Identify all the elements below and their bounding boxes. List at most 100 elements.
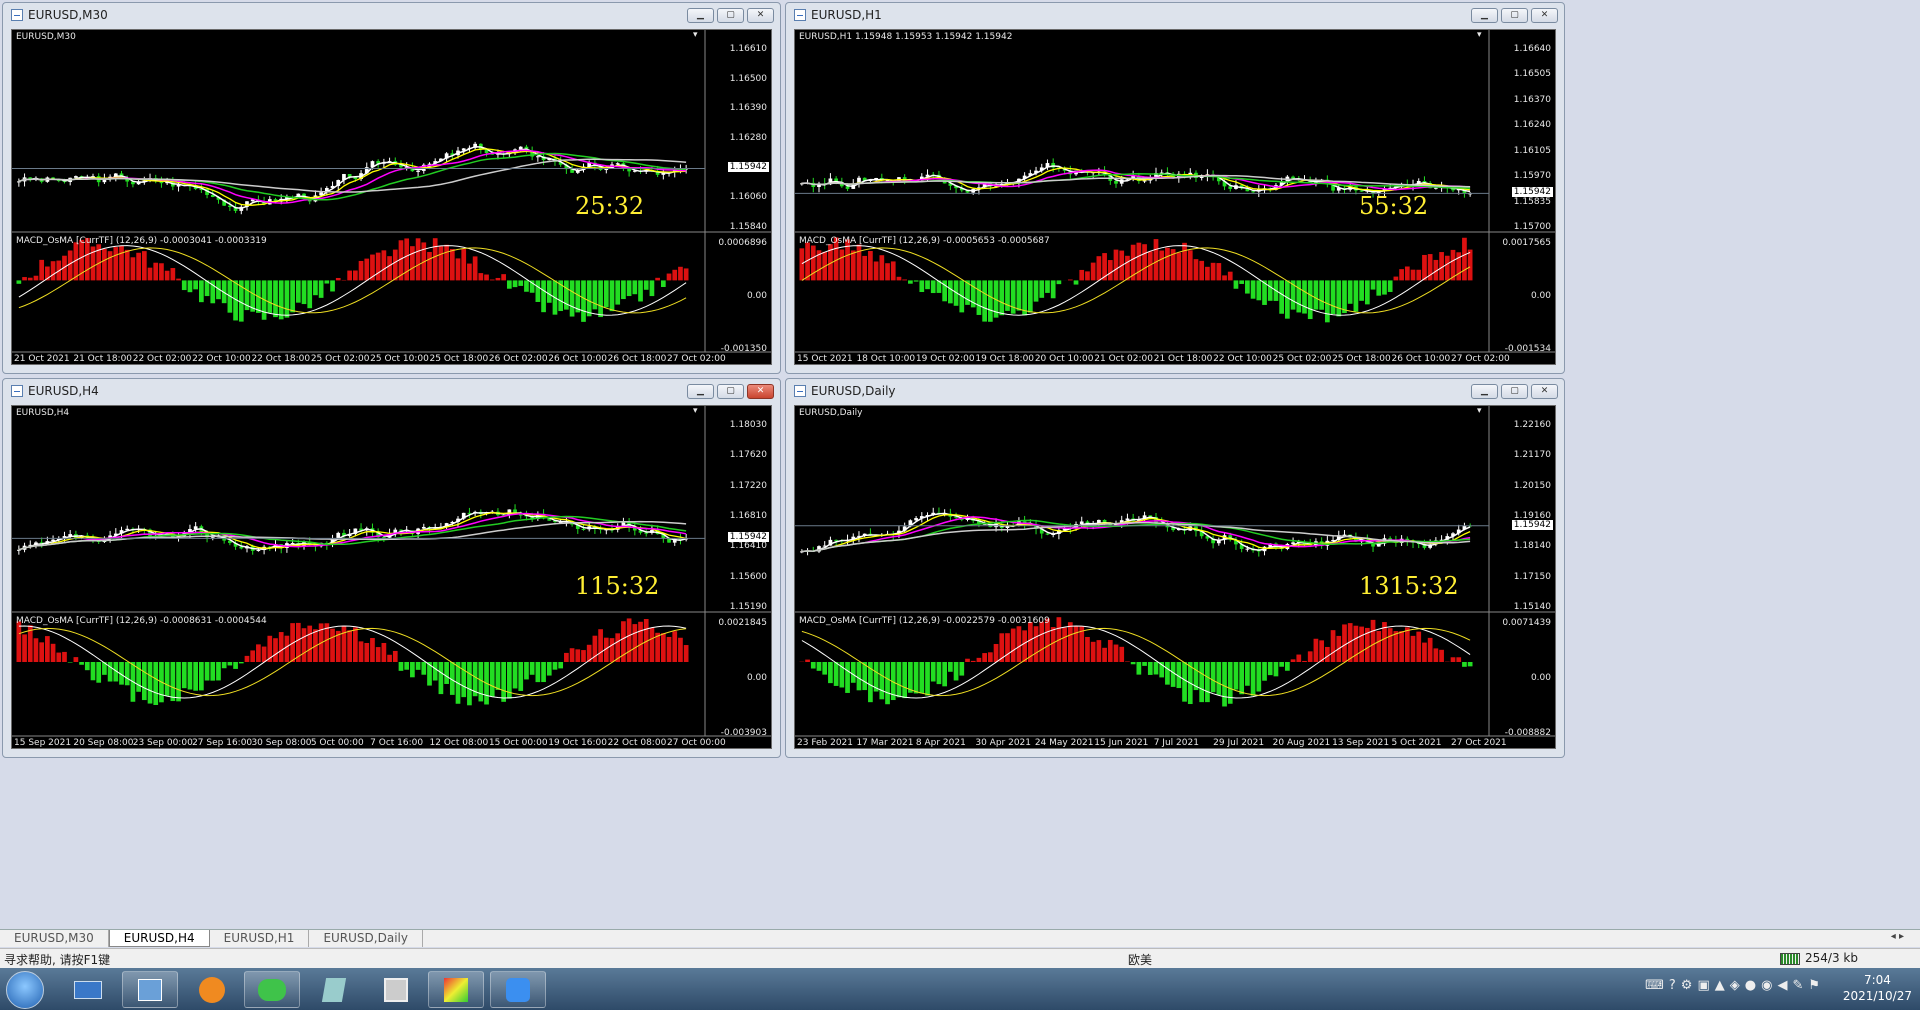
histogram-bar [862,255,868,281]
histogram-bar [467,263,472,281]
help-icon[interactable]: ? [1669,978,1676,993]
chart-shift-marker[interactable]: ▾ [693,406,698,416]
qq-icon[interactable]: ◉ [1761,978,1772,993]
window-titlebar[interactable]: EURUSD,Daily ▁ ▢ ✕ [786,379,1564,403]
time-axis-label: 25 Oct 18:00 [1332,354,1391,364]
chart-canvas[interactable] [12,30,772,365]
histogram-bar [1222,275,1227,281]
network-icon[interactable]: ▣ [1697,978,1709,993]
close-button[interactable]: ✕ [1531,7,1558,23]
notes-icon[interactable] [490,971,546,1008]
chart-window-1[interactable]: EURUSD,H1 ▁ ▢ ✕ EURUSD,H1 1.15948 1.1595… [785,2,1565,374]
histogram-bar [1067,279,1073,281]
keyboard-icon[interactable]: ⌨ [1645,978,1664,993]
notebook-icon[interactable] [306,971,362,1008]
maximize-button[interactable]: ▢ [717,383,744,399]
price-chart[interactable]: EURUSD,H4 ▾ MACD_OsMA [CurrTF] (12,26,9) -… [11,405,772,749]
mic-icon[interactable]: ✎ [1792,978,1803,993]
time-axis-label: 22 Oct 08:00 [607,738,667,748]
chart-window-2[interactable]: EURUSD,H4 ▁ ▢ ✕ EURUSD,H4 ▾ MACD_OsMA [Cur… [2,378,781,758]
start-button[interactable] [6,971,44,1009]
clock[interactable]: 7:04 2021/10/27 [1843,972,1912,1004]
chart-window-3[interactable]: EURUSD,Daily ▁ ▢ ✕ EURUSD,Daily ▾ MACD_OsM… [785,378,1565,758]
chart-shift-marker[interactable]: ▾ [693,30,698,40]
minimize-button[interactable]: ▁ [687,383,714,399]
histogram-bar [410,246,415,281]
shield-icon[interactable]: ◈ [1730,978,1740,993]
tab-eurusd-h1[interactable]: EURUSD,H1 [210,930,310,947]
histogram-bar [489,279,495,281]
histogram-bar [902,279,908,281]
minimize-button[interactable]: ▁ [1471,7,1498,23]
histogram-bar [919,662,925,694]
histogram-bar [615,280,621,305]
price-chart[interactable]: EURUSD,H1 1.15948 1.15953 1.15942 1.1594… [794,29,1556,365]
chat-icon[interactable]: ● [1745,978,1756,993]
printer-icon[interactable] [368,971,424,1008]
window-titlebar[interactable]: EURUSD,H1 ▁ ▢ ✕ [786,3,1564,27]
histogram-bar [609,638,615,662]
desktop-icon[interactable] [60,971,116,1008]
minimize-button[interactable]: ▁ [687,7,714,23]
maximize-button[interactable]: ▢ [717,7,744,23]
histogram-bar [1387,280,1393,292]
time-axis-label: 22 Oct 18:00 [251,354,311,364]
histogram-bar [524,662,529,680]
histogram-bar [987,280,993,322]
close-button[interactable]: ✕ [747,7,774,23]
histogram-bar [16,280,22,284]
window-title: EURUSD,H4 [28,384,99,398]
histogram-bar [353,627,358,662]
tab-eurusd-daily[interactable]: EURUSD,Daily [309,930,423,947]
histogram-bar [449,248,455,281]
tab-eurusd-m30[interactable]: EURUSD,M30 [0,930,109,947]
sound-icon[interactable]: ◀ [1777,978,1787,993]
histogram-bar [1422,254,1427,281]
price-tick: 1.15140 [1513,602,1551,612]
maximize-button[interactable]: ▢ [1501,7,1528,23]
flag-icon[interactable]: ⚑ [1808,978,1820,993]
candle-body [1228,186,1233,189]
candle-body [421,526,426,529]
minimize-button[interactable]: ▁ [1471,383,1498,399]
histogram-bar [1153,239,1159,281]
paint-icon[interactable] [428,971,484,1008]
histogram-bar [1050,280,1056,299]
price-tick: 1.22160 [1513,420,1551,430]
histogram-bar [1410,635,1416,662]
histogram-bar [1227,271,1233,281]
browser-icon[interactable] [184,971,240,1008]
tab-eurusd-h4[interactable]: EURUSD,H4 [108,930,210,947]
price-chart[interactable]: EURUSD,M30 ▾ MACD_OsMA [CurrTF] (12,26,9) … [11,29,772,365]
window-titlebar[interactable]: EURUSD,H4 ▁ ▢ ✕ [3,379,780,403]
macd-line [18,245,687,316]
moving-average-line [801,522,1471,553]
price-tick: 1.15190 [729,602,767,612]
histogram-bar [335,277,341,281]
chart-shift-marker[interactable]: ▾ [1477,406,1482,416]
price-chart[interactable]: EURUSD,Daily ▾ MACD_OsMA [CurrTF] (12,26,9… [794,405,1556,749]
histogram-bar [267,280,273,313]
upload-icon[interactable]: ▲ [1715,978,1725,993]
histogram-bar [598,629,603,662]
chart-shift-marker[interactable]: ▾ [1477,30,1482,40]
close-button[interactable]: ✕ [1531,383,1558,399]
wechat-icon[interactable] [244,971,300,1008]
histogram-bar [626,618,632,662]
histogram-bar [1416,269,1422,281]
control-panel-icon[interactable] [122,971,178,1008]
macd-line [801,625,1471,699]
histogram-bar [1222,662,1227,707]
chart-canvas[interactable] [795,30,1556,365]
histogram-bar [438,246,444,281]
current-price-label: 1.15942 [727,532,769,543]
histogram-bar [1279,280,1285,314]
histogram-bar [204,662,210,681]
tab-scroll-arrows[interactable]: ◂ ▸ [1891,931,1904,942]
chart-window-0[interactable]: EURUSD,M30 ▁ ▢ ✕ EURUSD,M30 ▾ MACD_OsMA [C… [2,2,781,374]
close-button[interactable]: ✕ [747,383,774,399]
maximize-button[interactable]: ▢ [1501,383,1528,399]
window-titlebar[interactable]: EURUSD,M30 ▁ ▢ ✕ [3,3,780,27]
histogram-bar [278,632,284,662]
settings-icon[interactable]: ⚙ [1681,978,1693,993]
